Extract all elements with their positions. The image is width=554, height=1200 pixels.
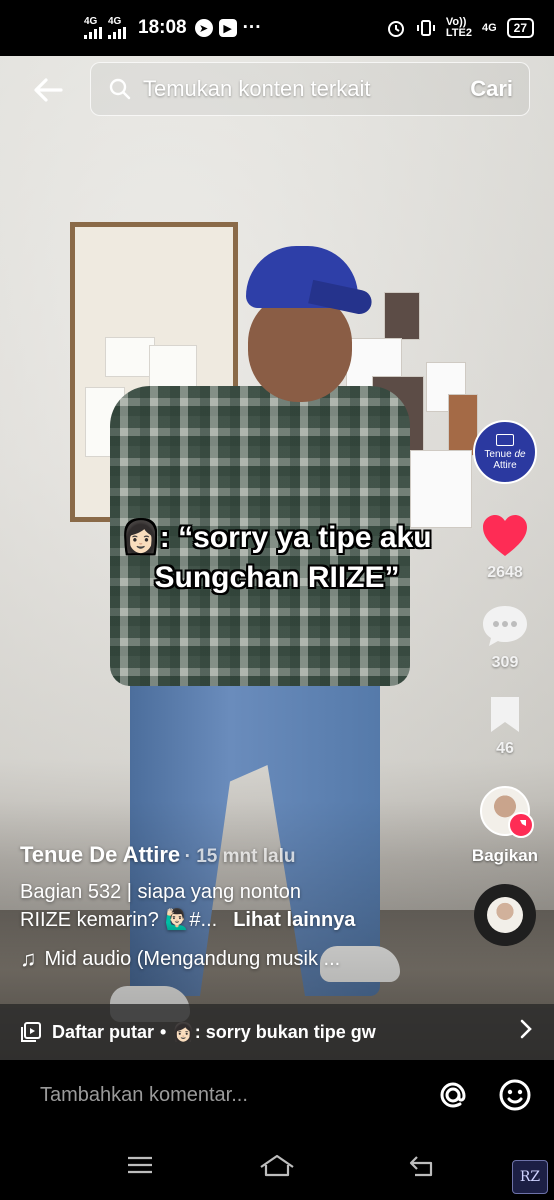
description-line-2: RIIZE kemarin? 🙋🏻‍♂️#... [20,909,218,931]
avatar-text-1: Tenue [484,448,512,460]
network-indicator-2: 4G [108,17,126,39]
search-button[interactable]: Cari [470,76,513,102]
alarm-icon [387,21,404,37]
volte-indicator: Vo)) LTE2 [446,17,472,39]
playlist-title: 👩🏻: sorry bukan tipe gw [172,1021,376,1042]
brand-logo-icon [496,433,514,446]
comment-bar: Tambahkan komentar... [0,1060,554,1130]
share-thumbnail [479,786,534,838]
video-description[interactable]: Bagian 532 | siapa yang nonton RIIZE kem… [20,878,440,934]
description-line-1: Bagian 532 | siapa yang nonton [20,881,301,903]
comment-count: 309 [491,654,519,671]
network-indicator-1: 4G [84,17,102,39]
avatar-text-3: Attire [493,459,517,471]
save-button[interactable]: 46 [487,694,523,758]
music-note-icon: ♫ [20,946,37,971]
network-type-label: 4G [108,16,122,27]
music-disc[interactable] [474,884,536,946]
comment-icon [483,606,527,646]
share-label: Bagikan [471,846,539,865]
heart-icon [483,515,527,556]
like-count: 2648 [487,564,523,581]
comment-input[interactable]: Tambahkan komentar... [40,1084,408,1107]
emoji-button[interactable] [498,1078,532,1112]
search-bar[interactable]: Temukan konten terkait Cari [90,62,530,116]
music-title: Mid audio (Mengandung musik ... [44,947,341,970]
playlist-label: Daftar putar [52,1021,155,1042]
arrow-left-icon [34,78,63,102]
youtube-icon: ▶ [218,19,237,37]
signal-icon [84,27,102,39]
menu-icon [128,1156,152,1174]
home-icon [260,1154,294,1177]
back-button[interactable] [28,70,68,110]
clock: 18:08 [138,17,187,38]
compass-icon: ➤ [194,19,213,37]
post-time: · 15 mnt lalu [184,846,296,867]
vibrate-icon [416,20,435,36]
playlist-separator: • [160,1021,167,1042]
like-button[interactable]: 2648 [481,514,529,582]
playlist-bar[interactable]: Daftar putar • 👩🏻: sorry bukan tipe gw [0,1004,554,1060]
top-bar: Temukan konten terkait Cari [0,56,554,126]
save-count: 46 [496,740,514,757]
search-input[interactable]: Temukan konten terkait [143,76,470,102]
share-arrow-icon [507,812,534,838]
lte-label: LTE2 [445,27,472,39]
home-button[interactable] [257,1150,297,1180]
signal-icon [108,27,126,39]
at-icon [440,1082,466,1108]
action-column: Tenue de Attire 2648 309 46 Bagikan [470,420,540,946]
more-notifications-icon: ··· [242,17,262,38]
avatar-text-2: de [514,448,526,460]
comment-button[interactable]: 309 [481,604,529,672]
share-button[interactable]: Bagikan [472,786,538,866]
author-name[interactable]: Tenue De Attire [20,842,180,867]
watermark-logo: RZ [512,1160,548,1194]
search-icon [109,78,131,100]
back-nav-button[interactable] [402,1150,442,1180]
back-nav-icon [409,1156,433,1177]
chevron-right-icon [518,1018,534,1046]
system-nav-bar [0,1130,554,1200]
creator-avatar[interactable]: Tenue de Attire [473,420,537,484]
battery-icon: 27 [506,18,534,38]
see-more-link[interactable]: Lihat lainnya [233,909,355,931]
mention-button[interactable] [436,1078,470,1112]
network-type-label: 4G [84,16,98,27]
music-info[interactable]: ♫ Mid audio (Mengandung musik ... [20,946,440,972]
avatar-text: Tenue de Attire [475,449,535,471]
network-indicator-3: 4G [481,22,497,34]
video-info: Tenue De Attire · 15 mnt lalu Bagian 532… [20,842,440,972]
recent-apps-button[interactable] [120,1150,160,1180]
status-right: Vo)) LTE2 4G 27 [386,17,534,39]
smiley-icon [499,1079,531,1111]
status-bar: 4G 4G 18:08 ➤ ▶ ··· Vo)) LTE2 4G 27 [0,0,554,56]
music-disc-thumbnail [487,897,523,933]
bookmark-icon [491,697,519,732]
playlist-icon [21,1022,41,1042]
